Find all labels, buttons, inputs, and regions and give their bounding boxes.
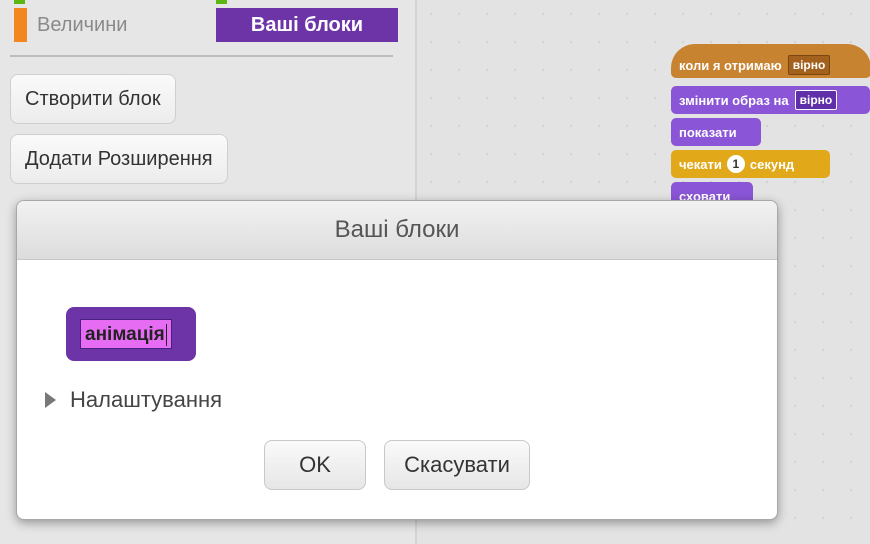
- options-label: Налаштування: [70, 387, 223, 412]
- disclosure-triangle-icon[interactable]: [45, 392, 56, 408]
- category-variables-label: Величини: [37, 13, 128, 36]
- when-i-receive-label: коли я отримаю: [679, 57, 782, 73]
- category-marker: [216, 0, 227, 4]
- make-block-dialog: Ваші блоки анімація Налаштування OK Скас…: [16, 200, 778, 520]
- ok-button[interactable]: OK: [264, 440, 366, 490]
- make-block-button[interactable]: Створити блок: [10, 74, 176, 124]
- add-extension-button[interactable]: Додати Розширення: [10, 134, 228, 184]
- wait-seconds-input[interactable]: 1: [726, 155, 745, 173]
- block-name-input[interactable]: анімація: [80, 319, 172, 349]
- show-label: показати: [679, 124, 737, 140]
- switch-costume-block[interactable]: змінити образ на вірно: [671, 86, 870, 114]
- costume-dropdown[interactable]: вірно: [794, 90, 838, 110]
- wait-unit-label: секунд: [749, 156, 795, 172]
- dialog-title: Ваші блоки: [17, 201, 777, 260]
- wait-label: чекати: [679, 156, 722, 172]
- category-marker: [14, 0, 25, 4]
- variables-color-swatch: [14, 8, 27, 42]
- switch-costume-label: змінити образ на: [679, 92, 789, 108]
- when-i-receive-block[interactable]: коли я отримаю вірно: [671, 44, 870, 78]
- cancel-button[interactable]: Скасувати: [384, 440, 530, 490]
- block-name-text: анімація: [85, 324, 165, 345]
- message-dropdown[interactable]: вірно: [787, 55, 831, 75]
- wait-block[interactable]: чекати 1 секунд: [671, 150, 830, 178]
- category-variables[interactable]: Величини: [14, 8, 127, 42]
- palette-divider: [10, 55, 393, 57]
- category-my-blocks-label: Ваші блоки: [250, 13, 364, 36]
- block-prototype: анімація: [66, 307, 196, 361]
- options-toggle[interactable]: Налаштування: [45, 387, 222, 413]
- category-my-blocks[interactable]: Ваші блоки: [216, 8, 398, 42]
- text-cursor: [165, 323, 167, 346]
- show-block[interactable]: показати: [671, 118, 761, 146]
